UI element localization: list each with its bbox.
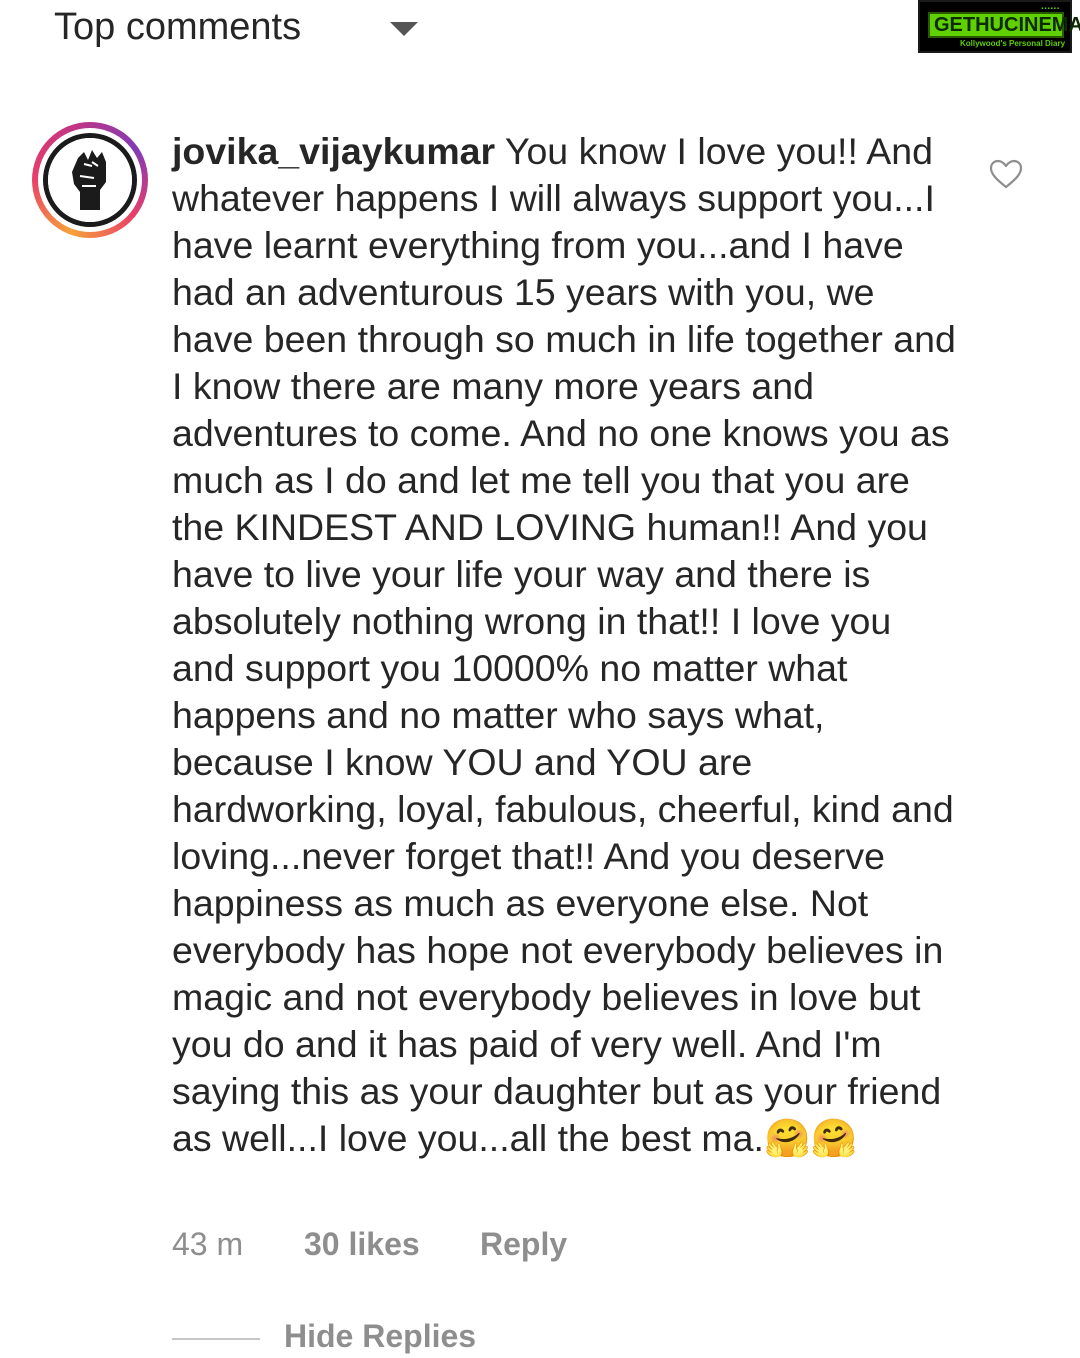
watermark-badge: GETHUCINEMA [928, 12, 1080, 38]
watermark-title: GETHUCINEMA [934, 14, 1080, 36]
comment-meta: 43 m 30 likes Reply [172, 1226, 567, 1263]
raised-fist-icon [43, 133, 137, 227]
avatar[interactable] [32, 122, 148, 238]
reply-button[interactable]: Reply [480, 1226, 567, 1262]
comment-body: jovika_vijaykumar You know I love you!! … [172, 128, 962, 1162]
comment-likes-count[interactable]: 30 likes [304, 1226, 480, 1263]
replies-divider [172, 1338, 260, 1340]
watermark-logo: GETHUCINEMA ▪▪▪▪▪▪ Kollywood's Personal … [918, 0, 1080, 53]
comment-text: You know I love you!! And whatever happe… [172, 130, 956, 1159]
comment-username[interactable]: jovika_vijaykumar [172, 130, 495, 172]
chevron-down-icon[interactable] [390, 22, 418, 36]
hide-replies-label[interactable]: Hide Replies [284, 1318, 476, 1355]
watermark-subtitle: Kollywood's Personal Diary [960, 39, 1066, 48]
film-strip-icon: ▪▪▪▪▪▪ [1041, 6, 1060, 12]
comment-timestamp: 43 m [172, 1226, 244, 1262]
sort-dropdown-label[interactable]: Top comments [54, 6, 301, 49]
heart-outline-icon[interactable] [988, 158, 1024, 190]
